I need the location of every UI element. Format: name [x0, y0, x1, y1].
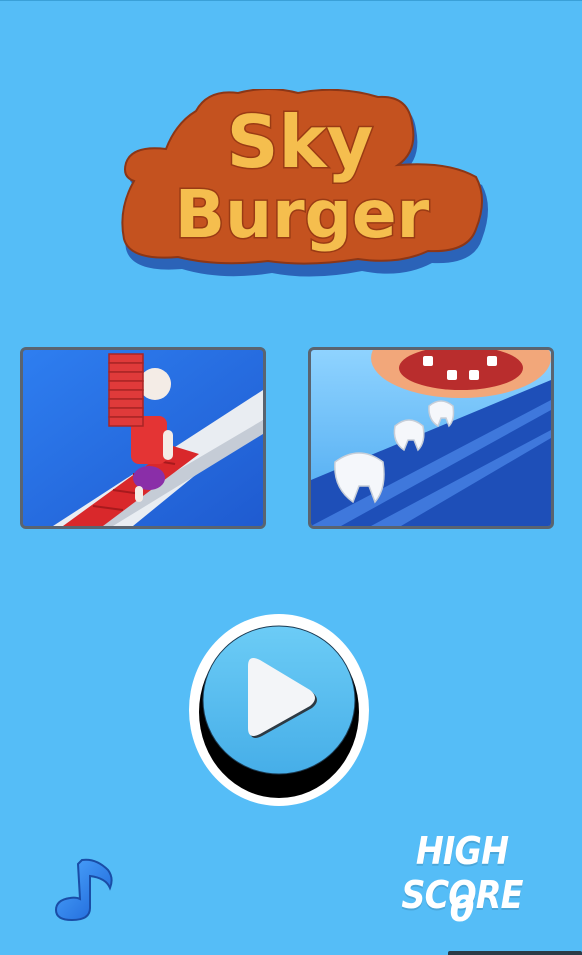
stack-runner-thumbnail-icon	[23, 350, 263, 526]
bottom-bar	[448, 951, 582, 955]
high-score-value: 0	[449, 889, 475, 930]
music-toggle-button[interactable]	[52, 854, 116, 922]
promo-thumbnail-stair-runner[interactable]	[20, 347, 266, 529]
teeth-runner-thumbnail-icon	[311, 350, 551, 526]
logo-line-1: Sky	[227, 100, 374, 184]
game-menu-screen: Sky Burger HIGH SCORE 0	[0, 0, 582, 955]
logo-line-2: Burger	[175, 176, 430, 253]
play-button[interactable]	[188, 612, 370, 808]
game-logo: Sky Burger	[112, 89, 492, 279]
music-note-icon	[54, 858, 113, 922]
promo-thumbnail-teeth-runner[interactable]	[308, 347, 554, 529]
